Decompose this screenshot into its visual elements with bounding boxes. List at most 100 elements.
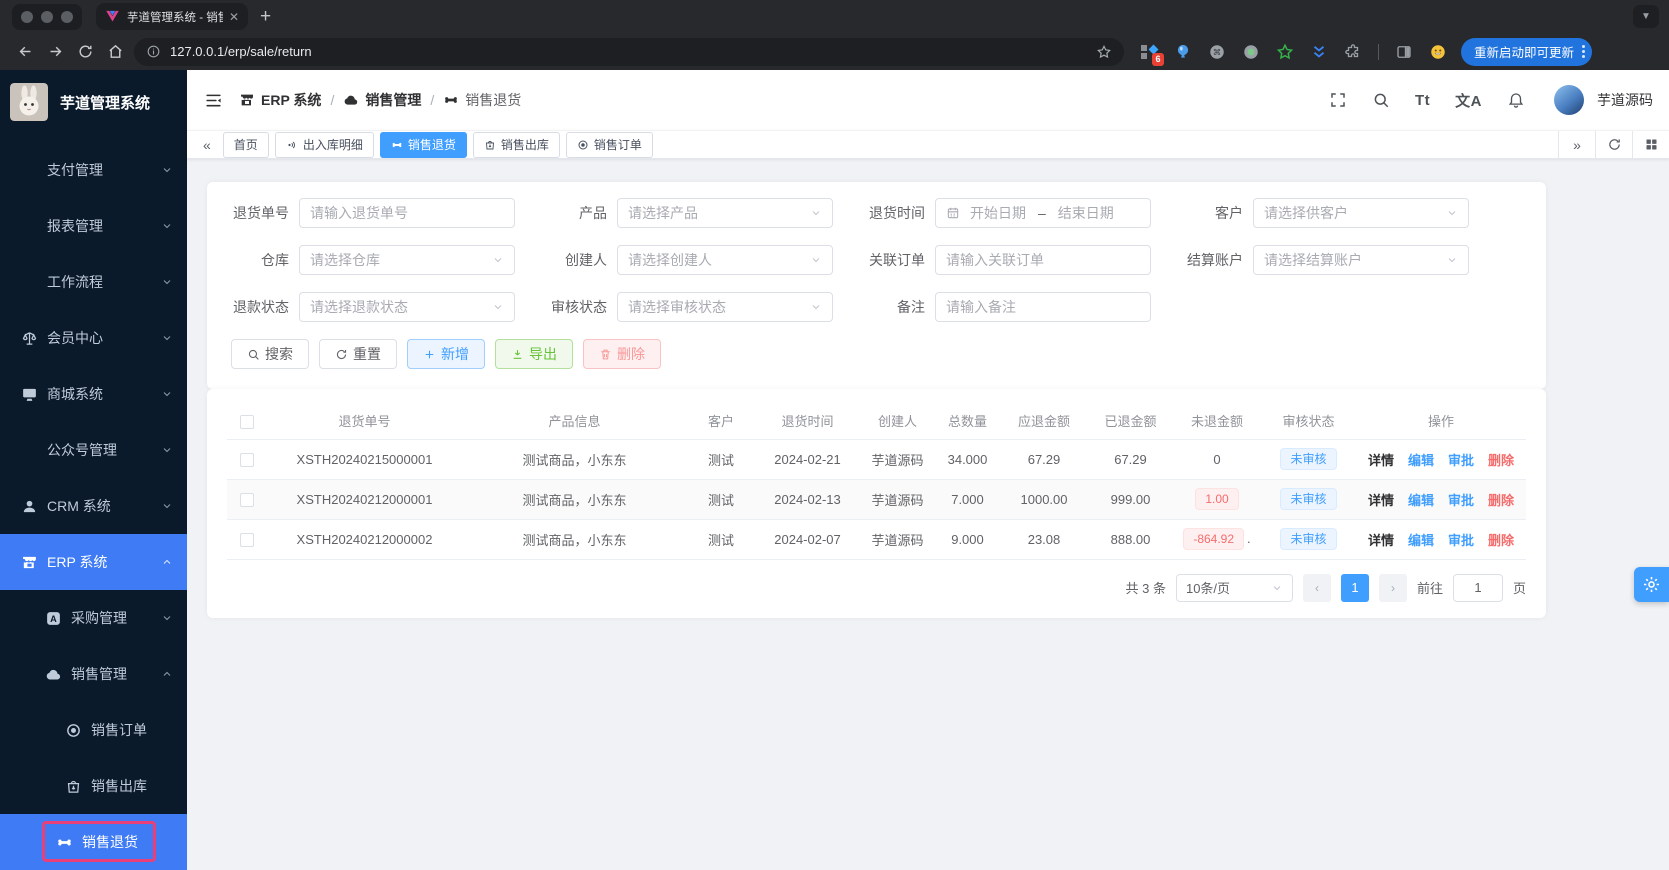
return-no-input[interactable] xyxy=(299,198,515,228)
view-tab-2[interactable]: 销售退货 xyxy=(380,132,467,158)
audit-status-select[interactable]: 请选择审核状态 xyxy=(617,292,833,322)
row-checkbox[interactable] xyxy=(240,453,254,467)
delete-link[interactable]: 删除 xyxy=(1488,533,1514,548)
collapse-menu-icon[interactable] xyxy=(203,90,223,110)
bookmark-star-icon[interactable] xyxy=(1096,44,1112,60)
sidebar-item-7[interactable]: ERP 系统 xyxy=(0,534,187,590)
approve-link[interactable]: 审批 xyxy=(1448,453,1474,468)
delete-link[interactable]: 删除 xyxy=(1488,493,1514,508)
detail-link[interactable]: 详情 xyxy=(1368,533,1394,548)
zoom-window-button[interactable] xyxy=(61,11,73,23)
browser-menu-icon[interactable] xyxy=(1582,45,1585,58)
edit-link[interactable]: 编辑 xyxy=(1408,453,1434,468)
warehouse-select[interactable]: 请选择仓库 xyxy=(299,245,515,275)
minimize-window-button[interactable] xyxy=(41,11,53,23)
username[interactable]: 芋道源码 xyxy=(1597,90,1653,110)
app-logo-block[interactable]: 芋道管理系统 xyxy=(0,70,187,134)
breadcrumb-item-erp[interactable]: ERP 系统 xyxy=(239,90,321,110)
view-tab-1[interactable]: 出入库明细 xyxy=(275,132,374,158)
next-page-button[interactable]: › xyxy=(1379,574,1407,602)
remark-input[interactable] xyxy=(935,292,1151,322)
return-time-range-picker[interactable]: 开始日期 – 结束日期 xyxy=(935,198,1151,228)
refund-status-select[interactable]: 请选择退款状态 xyxy=(299,292,515,322)
export-button[interactable]: 导出 xyxy=(495,339,573,369)
view-tab-0[interactable]: 首页 xyxy=(223,132,269,158)
user-avatar[interactable] xyxy=(1554,85,1584,115)
add-button[interactable]: 新增 xyxy=(407,339,485,369)
fullscreen-icon[interactable] xyxy=(1329,91,1347,109)
sidebar-item-0[interactable]: 支付管理 xyxy=(0,142,187,198)
extension-chevrons-icon[interactable] xyxy=(1310,43,1328,61)
browser-tab[interactable]: 芋道管理系统 - 销售退货 ✕ xyxy=(96,3,248,30)
breadcrumb-item-sales[interactable]: 销售管理 xyxy=(343,90,421,110)
sidebar-item-10[interactable]: 销售订单 xyxy=(0,702,187,758)
sidebar-item-4[interactable]: 商城系统 xyxy=(0,366,187,422)
page-size-select[interactable]: 10条/页 xyxy=(1176,574,1293,602)
scroll-tabs-left-icon[interactable]: « xyxy=(203,138,211,152)
extension-command-icon[interactable]: ⌘ xyxy=(1208,43,1226,61)
select-all-checkbox[interactable] xyxy=(240,415,254,429)
profile-avatar-icon[interactable] xyxy=(1429,43,1447,61)
tab-close-icon[interactable]: ✕ xyxy=(229,10,239,24)
creator-select[interactable]: 请选择创建人 xyxy=(617,245,833,275)
refresh-view-icon[interactable] xyxy=(1595,131,1632,158)
sidebar-item-11[interactable]: 销售出库 xyxy=(0,758,187,814)
edit-link[interactable]: 编辑 xyxy=(1408,493,1434,508)
sidebar-item-6[interactable]: CRM 系统 xyxy=(0,478,187,534)
back-icon[interactable] xyxy=(10,37,40,67)
view-tab-3[interactable]: 销售出库 xyxy=(473,132,560,158)
extensions-puzzle-icon[interactable] xyxy=(1344,43,1362,61)
goto-page-input[interactable] xyxy=(1453,574,1503,602)
sidebar-item-8[interactable]: A 采购管理 xyxy=(0,590,187,646)
chevron-down-icon xyxy=(1446,254,1458,266)
sidebar-item-label: 工作流程 xyxy=(47,272,103,292)
approve-link[interactable]: 审批 xyxy=(1448,533,1474,548)
sidebar-item-5[interactable]: 公众号管理 xyxy=(0,422,187,478)
site-info-icon[interactable] xyxy=(146,44,161,59)
related-order-input[interactable] xyxy=(935,245,1151,275)
notification-bell-icon[interactable] xyxy=(1507,91,1525,109)
row-checkbox[interactable] xyxy=(240,493,254,507)
detail-link[interactable]: 详情 xyxy=(1368,453,1394,468)
sidebar-item-1[interactable]: 报表管理 xyxy=(0,198,187,254)
home-icon[interactable] xyxy=(100,37,130,67)
language-icon[interactable]: 文A xyxy=(1455,90,1482,111)
page-number-button[interactable]: 1 xyxy=(1341,574,1369,602)
address-bar[interactable]: 127.0.0.1/erp/sale/return xyxy=(134,38,1124,66)
detail-link[interactable]: 详情 xyxy=(1368,493,1394,508)
search-icon[interactable] xyxy=(1372,91,1390,109)
extension-record-icon[interactable] xyxy=(1242,43,1260,61)
close-window-button[interactable] xyxy=(21,11,33,23)
sidebar-item-12[interactable]: 销售退货 xyxy=(0,814,187,870)
delete-button[interactable]: 删除 xyxy=(583,339,661,369)
prev-page-button[interactable]: ‹ xyxy=(1303,574,1331,602)
product-select[interactable]: 请选择产品 xyxy=(617,198,833,228)
sidebar-item-3[interactable]: 会员中心 xyxy=(0,310,187,366)
extension-star-icon[interactable] xyxy=(1276,43,1294,61)
reset-button[interactable]: 重置 xyxy=(319,339,397,369)
row-checkbox[interactable] xyxy=(240,533,254,547)
settings-gear-button[interactable] xyxy=(1634,567,1669,602)
side-panel-icon[interactable] xyxy=(1395,43,1413,61)
extension-blocks-icon[interactable]: 6 xyxy=(1140,43,1158,61)
layout-grid-icon[interactable] xyxy=(1632,131,1669,158)
view-tab-4[interactable]: 销售订单 xyxy=(566,132,653,158)
forward-icon[interactable] xyxy=(40,37,70,67)
sidebar-item-9[interactable]: 销售管理 xyxy=(0,646,187,702)
customer-select[interactable]: 请选择供客户 xyxy=(1253,198,1469,228)
approve-link[interactable]: 审批 xyxy=(1448,493,1474,508)
sidebar-item-2[interactable]: 工作流程 xyxy=(0,254,187,310)
extension-balloon-icon[interactable] xyxy=(1174,43,1192,61)
browser-update-button[interactable]: 重新启动即可更新 xyxy=(1461,38,1592,66)
settlement-account-select[interactable]: 请选择结算账户 xyxy=(1253,245,1469,275)
reload-icon[interactable] xyxy=(70,37,100,67)
new-tab-button[interactable]: + xyxy=(260,6,271,28)
edit-link[interactable]: 编辑 xyxy=(1408,533,1434,548)
delete-link[interactable]: 删除 xyxy=(1488,453,1514,468)
search-button[interactable]: 搜索 xyxy=(231,339,309,369)
font-size-icon[interactable]: Tt xyxy=(1415,92,1430,109)
scroll-tabs-right-icon[interactable]: » xyxy=(1558,131,1595,158)
calendar-icon xyxy=(946,206,960,220)
content: 退货单号 产品 请选择产品 退货时间 开始日期 – 结束日期 客户 请选择供客户… xyxy=(187,159,1669,870)
tab-search-caret-icon[interactable]: ▼ xyxy=(1633,5,1659,28)
